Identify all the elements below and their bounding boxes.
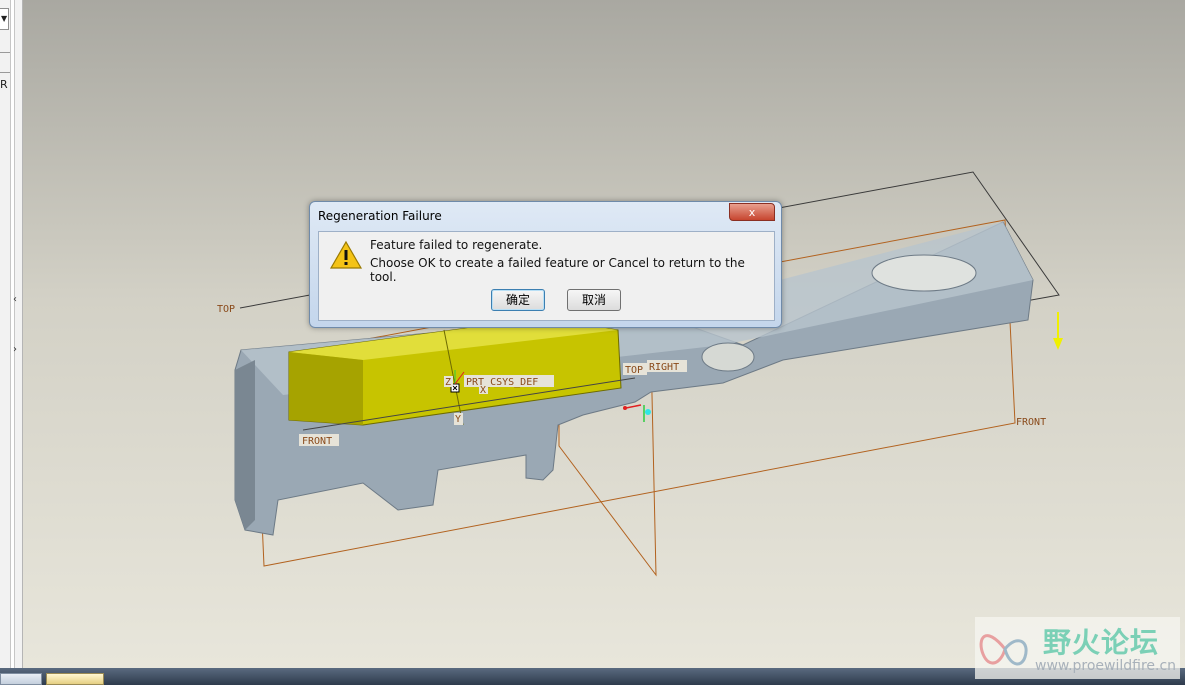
message-line-1: Feature failed to regenerate. (370, 238, 543, 252)
label-top-left: TOP (217, 304, 235, 315)
chevron-down-icon: ▼ (1, 14, 8, 23)
regeneration-failure-dialog: Regeneration Failure x Feature failed to… (309, 201, 782, 328)
chevron-right-icon[interactable]: › (13, 344, 17, 355)
label-top-mid: TOP (625, 365, 643, 376)
model-tree-panel: ▼ R ‹ › (0, 0, 23, 668)
label-csys: PRT_CSYS_DEF (466, 377, 538, 388)
watermark-title: 野火论坛 (1043, 626, 1160, 659)
label-x-axis: X (480, 385, 486, 396)
cancel-button[interactable]: 取消 (567, 289, 621, 311)
graphics-viewport[interactable]: TOP TOP RIGHT FRONT FRONT PRT_CSYS_DEF Z… (23, 0, 1185, 668)
taskbar-button[interactable] (0, 673, 42, 685)
watermark-url: www.proewildfire.cn (1035, 658, 1177, 674)
dialog-title: Regeneration Failure (318, 209, 442, 223)
taskbar-button-active[interactable] (46, 673, 104, 685)
panel-splitter[interactable] (10, 0, 15, 668)
panel-column-letter: R (0, 78, 8, 91)
label-front-right: FRONT (1016, 417, 1046, 428)
dialog-body: Feature failed to regenerate. Choose OK … (318, 231, 775, 321)
label-z-axis: Z (445, 377, 451, 388)
chevron-left-icon[interactable]: ‹ (13, 294, 17, 305)
panel-divider (0, 52, 10, 53)
model-view: TOP TOP RIGHT FRONT FRONT PRT_CSYS_DEF Z… (23, 0, 1185, 668)
label-right: RIGHT (649, 362, 679, 373)
label-y-axis: Y (455, 414, 461, 425)
label-front-left: FRONT (302, 436, 332, 447)
forum-watermark: 野火论坛 www.proewildfire.cn (975, 617, 1180, 679)
ok-button[interactable]: 确定 (491, 289, 545, 311)
panel-combo[interactable]: ▼ (0, 8, 9, 30)
message-line-2: Choose OK to create a failed feature or … (370, 256, 745, 284)
close-button[interactable]: x (729, 203, 775, 221)
butterfly-logo-icon (979, 634, 1028, 666)
warning-icon (329, 240, 363, 269)
panel-divider (0, 72, 10, 73)
